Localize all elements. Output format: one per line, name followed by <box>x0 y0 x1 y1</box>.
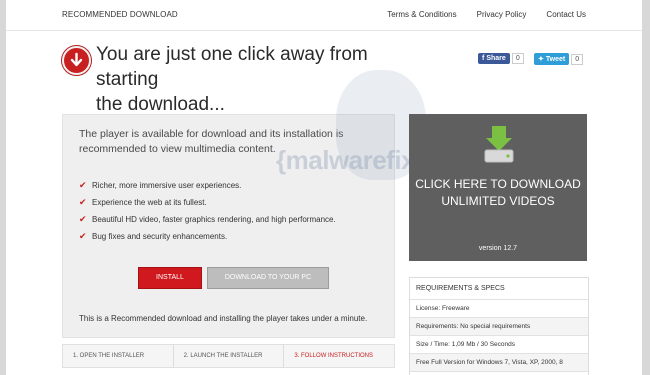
install-button[interactable]: INSTALL <box>138 267 202 289</box>
download-arrow-icon <box>62 46 91 75</box>
feature-text: Beautiful HD video, faster graphics rend… <box>92 215 336 224</box>
nav-privacy-link[interactable]: Privacy Policy <box>477 10 527 19</box>
checkmark-icon: ✔ <box>79 180 87 190</box>
checkmark-icon: ✔ <box>79 214 87 224</box>
feature-list: ✔ Richer, more immersive user experiences… <box>79 177 336 245</box>
checkmark-icon: ✔ <box>79 197 87 207</box>
download-promo-box[interactable]: CLICK HERE TO DOWNLOAD UNLIMITED VIDEOS … <box>409 114 587 261</box>
step-2: 2. LAUNCH THE INSTALLER <box>174 345 285 367</box>
page-frame: RECOMMENDED DOWNLOAD Terms & Conditions … <box>6 0 642 375</box>
feature-item: ✔ Bug fixes and security enhancements. <box>79 228 336 245</box>
brand-label: RECOMMENDED DOWNLOAD <box>62 10 178 19</box>
step-1: 1. OPEN THE INSTALLER <box>63 345 174 367</box>
twitter-bird-icon: ✦ <box>538 56 544 63</box>
nav-terms-link[interactable]: Terms & Conditions <box>387 10 456 19</box>
nav-links: Terms & Conditions Privacy Policy Contac… <box>387 10 586 19</box>
promo-title: CLICK HERE TO DOWNLOAD UNLIMITED VIDEOS <box>409 176 587 210</box>
version-label: version 12.7 <box>478 245 518 252</box>
facebook-share-button[interactable]: f Share <box>478 53 510 64</box>
facebook-icon: f <box>482 55 485 62</box>
feature-item: ✔ Beautiful HD video, faster graphics ren… <box>79 211 336 228</box>
feature-item: ✔ Richer, more immersive user experiences… <box>79 177 336 194</box>
requirements-size: Size / Time: 1,09 Mb / 30 Seconds <box>410 336 588 354</box>
requirements-title: REQUIREMENTS & SPECS <box>410 278 588 300</box>
requirements-box: REQUIREMENTS & SPECS License: Freeware R… <box>409 277 589 375</box>
facebook-share-label: Share <box>486 55 506 62</box>
panel-note: This is a Recommended download and insta… <box>79 314 368 323</box>
feature-text: Bug fixes and security enhancements. <box>92 232 228 241</box>
nav-contact-link[interactable]: Contact Us <box>546 10 586 19</box>
checkmark-icon: ✔ <box>79 231 87 241</box>
promo-title-line-2: UNLIMITED VIDEOS <box>441 194 555 208</box>
facebook-share: f Share 0 <box>478 53 524 64</box>
facebook-share-count: 0 <box>511 53 524 64</box>
tweet-count: 0 <box>571 53 584 65</box>
hard-drive-download-icon <box>484 126 514 163</box>
feature-text: Experience the web at its fullest. <box>92 198 207 207</box>
tweet-label: Tweet <box>545 55 566 63</box>
promo-title-line-1: CLICK HERE TO DOWNLOAD <box>415 177 581 191</box>
step-3: 3. FOLLOW INSTRUCTIONS <box>294 353 374 359</box>
requirements-license: License: Freeware <box>410 300 588 318</box>
requirements-compatibility: Free Full Version for Windows 7, Vista, … <box>410 354 588 372</box>
steps-bar: 1. OPEN THE INSTALLER 2. LAUNCH THE INST… <box>62 344 395 368</box>
download-to-pc-button[interactable]: DOWNLOAD TO YOUR PC <box>207 267 329 289</box>
feature-item: ✔ Experience the web at its fullest. <box>79 194 336 211</box>
requirements-system: Requirements: No special requirements <box>410 318 588 336</box>
twitter-share: ✦ Tweet 0 <box>534 53 584 65</box>
top-nav: RECOMMENDED DOWNLOAD Terms & Conditions … <box>6 0 642 31</box>
feature-text: Richer, more immersive user experiences. <box>92 181 242 190</box>
tweet-button[interactable]: ✦ Tweet <box>534 53 570 65</box>
